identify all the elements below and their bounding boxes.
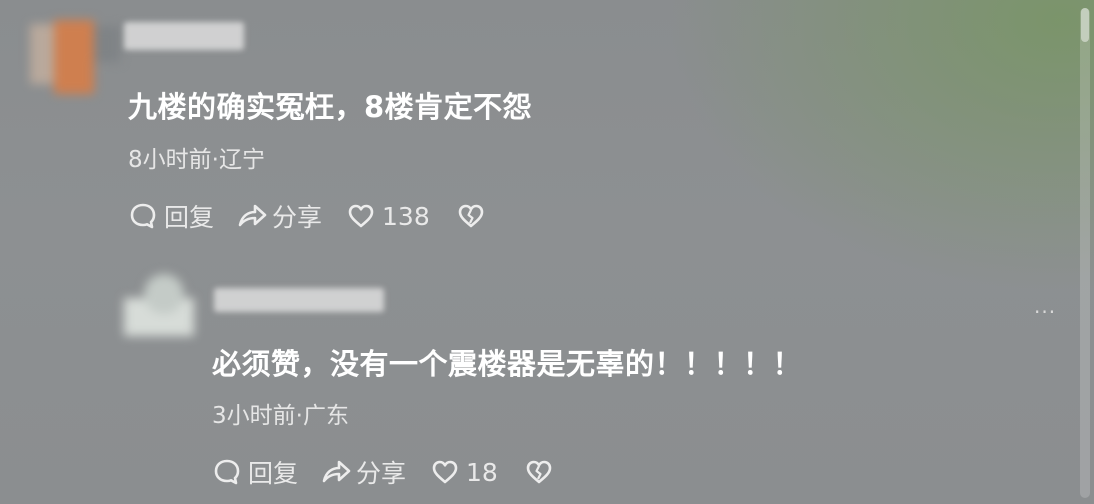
more-button[interactable]: ··· — [1034, 300, 1056, 324]
like-count: 138 — [382, 201, 430, 231]
share-arrow-icon — [320, 457, 352, 487]
share-button[interactable]: 分享 — [320, 454, 406, 490]
reply-button[interactable]: 回复 — [212, 454, 298, 490]
like-count: 18 — [466, 457, 498, 487]
comment-text: 九楼的确实冤枉，8楼肯定不怨 — [128, 90, 533, 124]
comment-text: 必须赞，没有一个震楼器是无辜的！！！！！ — [212, 347, 803, 381]
like-button[interactable]: 18 — [430, 457, 498, 487]
comment-meta: 8小时前·辽宁 — [128, 147, 265, 173]
comment-meta: 3小时前·广东 — [212, 403, 349, 429]
heart-icon — [430, 457, 460, 487]
broken-heart-icon — [456, 201, 486, 231]
dislike-button[interactable] — [524, 457, 554, 487]
reply-label: 回复 — [164, 203, 215, 232]
reply-button[interactable]: 回复 — [128, 198, 214, 234]
reply-bubble-icon — [212, 457, 242, 487]
username[interactable] — [124, 22, 244, 50]
share-label: 分享 — [272, 203, 323, 232]
reply-label: 回复 — [248, 459, 299, 488]
share-label: 分享 — [356, 459, 407, 488]
avatar[interactable] — [118, 268, 198, 340]
comment-1: 九楼的确实冤枉，8楼肯定不怨 8小时前·辽宁 回复 分享 138 — [0, 0, 1094, 250]
comment-actions: 回复 分享 18 — [212, 454, 554, 490]
username[interactable] — [214, 288, 384, 312]
comment-2: ··· 必须赞，没有一个震楼器是无辜的！！！！！ 3小时前·广东 回复 分享 1… — [0, 250, 1094, 504]
share-button[interactable]: 分享 — [236, 198, 322, 234]
comment-actions: 回复 分享 138 — [128, 198, 486, 234]
avatar[interactable] — [22, 14, 122, 96]
heart-icon — [346, 201, 376, 231]
like-button[interactable]: 138 — [346, 201, 430, 231]
broken-heart-icon — [524, 457, 554, 487]
share-arrow-icon — [236, 201, 268, 231]
reply-bubble-icon — [128, 201, 158, 231]
dislike-button[interactable] — [456, 201, 486, 231]
